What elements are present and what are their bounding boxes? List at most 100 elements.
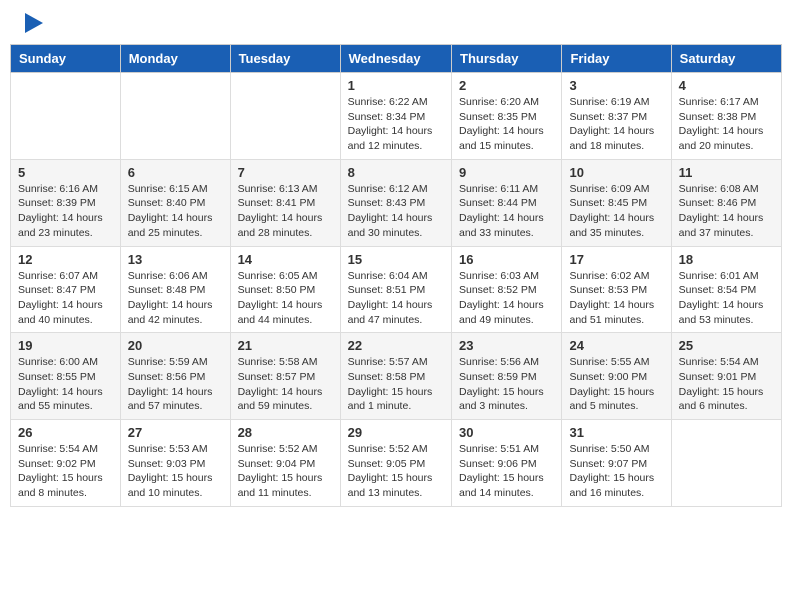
calendar-header-monday: Monday [120, 45, 230, 73]
calendar-cell: 16 Sunrise: 6:03 AMSunset: 8:52 PMDayligh… [452, 246, 562, 333]
calendar-cell: 20Sunrise: 5:59 AMSunset: 8:56 PMDayligh… [120, 333, 230, 420]
day-info: Sunrise: 5:56 AMSunset: 8:59 PMDaylight:… [459, 355, 554, 414]
calendar-cell: 13 Sunrise: 6:06 AMSunset: 8:48 PMDayligh… [120, 246, 230, 333]
calendar-cell: 28 Sunrise: 5:52 AMSunset: 9:04 PMDayligh… [230, 420, 340, 507]
calendar-cell: 31 Sunrise: 5:50 AMSunset: 9:07 PMDayligh… [562, 420, 671, 507]
day-number: 21 [238, 338, 333, 353]
calendar-cell: 15 Sunrise: 6:04 AMSunset: 8:51 PMDayligh… [340, 246, 451, 333]
day-number: 28 [238, 425, 333, 440]
day-number: 10 [569, 165, 663, 180]
day-info: Sunrise: 6:00 AMSunset: 8:55 PMDaylight:… [18, 355, 113, 414]
calendar-cell: 21 Sunrise: 5:58 AMSunset: 8:57 PMDayligh… [230, 333, 340, 420]
calendar-cell: 3 Sunrise: 6:19 AMSunset: 8:37 PMDaylight… [562, 73, 671, 160]
day-info: Sunrise: 5:52 AMSunset: 9:05 PMDaylight:… [348, 442, 444, 501]
day-number: 15 [348, 252, 444, 267]
day-info: Sunrise: 6:13 AMSunset: 8:41 PMDaylight:… [238, 182, 333, 241]
day-number: 31 [569, 425, 663, 440]
day-number: 9 [459, 165, 554, 180]
day-info: Sunrise: 6:20 AMSunset: 8:35 PMDaylight:… [459, 95, 554, 154]
calendar-table: SundayMondayTuesdayWednesdayThursdayFrid… [10, 44, 782, 507]
day-info: Sunrise: 6:12 AMSunset: 8:43 PMDaylight:… [348, 182, 444, 241]
calendar-cell [230, 73, 340, 160]
calendar-cell: 1 Sunrise: 6:22 AMSunset: 8:34 PMDaylight… [340, 73, 451, 160]
calendar-cell: 23 Sunrise: 5:56 AMSunset: 8:59 PMDayligh… [452, 333, 562, 420]
day-number: 6 [128, 165, 223, 180]
calendar-cell: 14 Sunrise: 6:05 AMSunset: 8:50 PMDayligh… [230, 246, 340, 333]
calendar-cell: 18 Sunrise: 6:01 AMSunset: 8:54 PMDayligh… [671, 246, 781, 333]
day-number: 8 [348, 165, 444, 180]
day-number: 1 [348, 78, 444, 93]
calendar-cell [11, 73, 121, 160]
calendar-cell: 25Sunrise: 5:54 AMSunset: 9:01 PMDayligh… [671, 333, 781, 420]
calendar-cell: 6Sunrise: 6:15 AMSunset: 8:40 PMDaylight… [120, 159, 230, 246]
day-number: 3 [569, 78, 663, 93]
day-info: Sunrise: 6:05 AMSunset: 8:50 PMDaylight:… [238, 269, 333, 328]
day-number: 22 [348, 338, 444, 353]
day-info: Sunrise: 6:03 AMSunset: 8:52 PMDaylight:… [459, 269, 554, 328]
calendar-cell: 11Sunrise: 6:08 AMSunset: 8:46 PMDayligh… [671, 159, 781, 246]
day-number: 2 [459, 78, 554, 93]
day-number: 18 [679, 252, 774, 267]
calendar-week-row: 26Sunrise: 5:54 AMSunset: 9:02 PMDayligh… [11, 420, 782, 507]
day-info: Sunrise: 6:08 AMSunset: 8:46 PMDaylight:… [679, 182, 774, 241]
calendar-cell: 9 Sunrise: 6:11 AMSunset: 8:44 PMDaylight… [452, 159, 562, 246]
day-info: Sunrise: 5:53 AMSunset: 9:03 PMDaylight:… [128, 442, 223, 501]
calendar-header-sunday: Sunday [11, 45, 121, 73]
day-info: Sunrise: 5:55 AMSunset: 9:00 PMDaylight:… [569, 355, 663, 414]
calendar-week-row: 19 Sunrise: 6:00 AMSunset: 8:55 PMDayligh… [11, 333, 782, 420]
calendar-cell: 7 Sunrise: 6:13 AMSunset: 8:41 PMDaylight… [230, 159, 340, 246]
calendar-cell: 27 Sunrise: 5:53 AMSunset: 9:03 PMDayligh… [120, 420, 230, 507]
day-info: Sunrise: 5:58 AMSunset: 8:57 PMDaylight:… [238, 355, 333, 414]
day-info: Sunrise: 5:50 AMSunset: 9:07 PMDaylight:… [569, 442, 663, 501]
day-info: Sunrise: 6:22 AMSunset: 8:34 PMDaylight:… [348, 95, 444, 154]
day-number: 19 [18, 338, 113, 353]
day-number: 4 [679, 78, 774, 93]
day-info: Sunrise: 5:54 AMSunset: 9:01 PMDaylight:… [679, 355, 774, 414]
calendar-week-row: 12Sunrise: 6:07 AMSunset: 8:47 PMDayligh… [11, 246, 782, 333]
calendar-week-row: 1 Sunrise: 6:22 AMSunset: 8:34 PMDaylight… [11, 73, 782, 160]
calendar-cell [671, 420, 781, 507]
calendar-header-tuesday: Tuesday [230, 45, 340, 73]
day-info: Sunrise: 6:04 AMSunset: 8:51 PMDaylight:… [348, 269, 444, 328]
day-info: Sunrise: 5:51 AMSunset: 9:06 PMDaylight:… [459, 442, 554, 501]
day-number: 30 [459, 425, 554, 440]
logo [18, 14, 44, 32]
day-number: 24 [569, 338, 663, 353]
day-info: Sunrise: 6:11 AMSunset: 8:44 PMDaylight:… [459, 182, 554, 241]
day-info: Sunrise: 6:09 AMSunset: 8:45 PMDaylight:… [569, 182, 663, 241]
day-number: 5 [18, 165, 113, 180]
calendar-cell: 17Sunrise: 6:02 AMSunset: 8:53 PMDayligh… [562, 246, 671, 333]
day-number: 14 [238, 252, 333, 267]
day-number: 27 [128, 425, 223, 440]
calendar-cell: 8 Sunrise: 6:12 AMSunset: 8:43 PMDaylight… [340, 159, 451, 246]
day-number: 16 [459, 252, 554, 267]
day-info: Sunrise: 5:54 AMSunset: 9:02 PMDaylight:… [18, 442, 113, 501]
day-info: Sunrise: 6:07 AMSunset: 8:47 PMDaylight:… [18, 269, 113, 328]
day-info: Sunrise: 6:16 AMSunset: 8:39 PMDaylight:… [18, 182, 113, 241]
day-info: Sunrise: 6:06 AMSunset: 8:48 PMDaylight:… [128, 269, 223, 328]
calendar-cell: 10 Sunrise: 6:09 AMSunset: 8:45 PMDayligh… [562, 159, 671, 246]
calendar-cell: 4Sunrise: 6:17 AMSunset: 8:38 PMDaylight… [671, 73, 781, 160]
day-info: Sunrise: 6:01 AMSunset: 8:54 PMDaylight:… [679, 269, 774, 328]
page-header [10, 10, 782, 36]
calendar-header-thursday: Thursday [452, 45, 562, 73]
calendar-cell: 29 Sunrise: 5:52 AMSunset: 9:05 PMDayligh… [340, 420, 451, 507]
day-info: Sunrise: 6:02 AMSunset: 8:53 PMDaylight:… [569, 269, 663, 328]
calendar-cell: 26Sunrise: 5:54 AMSunset: 9:02 PMDayligh… [11, 420, 121, 507]
day-number: 7 [238, 165, 333, 180]
calendar-cell: 12Sunrise: 6:07 AMSunset: 8:47 PMDayligh… [11, 246, 121, 333]
calendar-cell: 30 Sunrise: 5:51 AMSunset: 9:06 PMDayligh… [452, 420, 562, 507]
day-info: Sunrise: 5:52 AMSunset: 9:04 PMDaylight:… [238, 442, 333, 501]
day-number: 29 [348, 425, 444, 440]
day-info: Sunrise: 5:59 AMSunset: 8:56 PMDaylight:… [128, 355, 223, 414]
calendar-cell [120, 73, 230, 160]
calendar-cell: 5 Sunrise: 6:16 AMSunset: 8:39 PMDaylight… [11, 159, 121, 246]
calendar-cell: 2 Sunrise: 6:20 AMSunset: 8:35 PMDaylight… [452, 73, 562, 160]
day-number: 23 [459, 338, 554, 353]
logo-arrow-icon [25, 13, 43, 33]
day-number: 13 [128, 252, 223, 267]
calendar-header-row: SundayMondayTuesdayWednesdayThursdayFrid… [11, 45, 782, 73]
calendar-week-row: 5 Sunrise: 6:16 AMSunset: 8:39 PMDaylight… [11, 159, 782, 246]
day-info: Sunrise: 6:19 AMSunset: 8:37 PMDaylight:… [569, 95, 663, 154]
day-info: Sunrise: 5:57 AMSunset: 8:58 PMDaylight:… [348, 355, 444, 414]
